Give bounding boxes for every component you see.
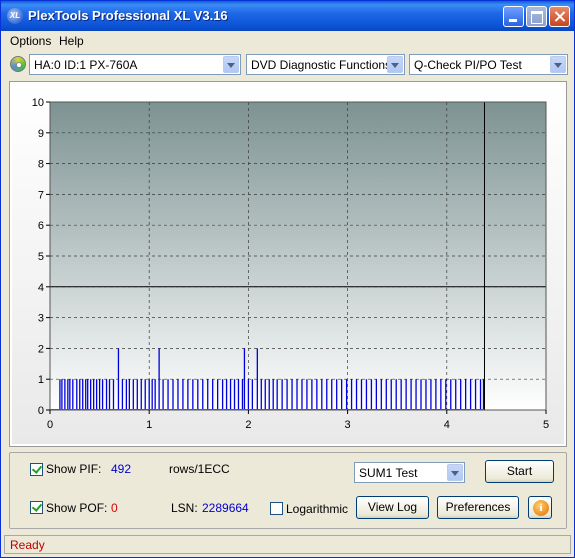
preferences-button[interactable]: Preferences (437, 496, 519, 519)
show-pof-label: Show POF: (46, 501, 108, 515)
y-tick-label: 2 (38, 343, 44, 355)
disc-drive-icon (10, 56, 26, 72)
rows-label: rows/1ECC (169, 462, 230, 476)
drive-select-value: HA:0 ID:1 PX-760A (34, 58, 138, 72)
x-tick-label: 4 (444, 419, 450, 431)
y-tick-label: 0 (38, 405, 44, 417)
pof-value: 0 (111, 501, 118, 515)
test-select-value: Q-Check PI/PO Test (414, 58, 522, 72)
function-select[interactable]: DVD Diagnostic Functions (246, 54, 405, 75)
sum-test-value: SUM1 Test (359, 466, 418, 480)
logarithmic-label: Logarithmic (286, 502, 349, 516)
lsn-value: 2289664 (202, 501, 249, 515)
lsn-label: LSN: (171, 501, 198, 515)
y-tick-label: 5 (38, 251, 44, 263)
maximize-button[interactable] (526, 6, 547, 27)
chevron-down-icon[interactable] (387, 56, 403, 73)
status-bar: Ready (4, 535, 571, 554)
show-pif-checkbox[interactable] (30, 463, 43, 476)
window-title: PlexTools Professional XL V3.16 (28, 8, 228, 23)
close-button[interactable] (549, 6, 570, 27)
y-tick-label: 3 (38, 313, 44, 325)
chevron-down-icon[interactable] (550, 56, 566, 73)
graph-panel: 0 1 2 3 4 5 6 7 8 9 10 0 1 2 3 4 5 (9, 81, 567, 447)
drive-select[interactable]: HA:0 ID:1 PX-760A (29, 54, 241, 75)
main-window: XL PlexTools Professional XL V3.16 Optio… (0, 0, 575, 558)
info-button[interactable]: i (528, 496, 552, 519)
pi-po-chart: 0 1 2 3 4 5 6 7 8 9 10 0 1 2 3 4 5 (32, 97, 549, 431)
sum-test-select[interactable]: SUM1 Test (354, 462, 465, 483)
info-icon: i (533, 500, 549, 516)
logarithmic-checkbox[interactable] (270, 502, 283, 515)
pif-value: 492 (111, 462, 132, 476)
y-tick-label: 6 (38, 220, 44, 232)
minimize-button[interactable] (503, 6, 524, 27)
y-tick-label: 8 (38, 159, 44, 171)
app-logo-icon: XL (7, 8, 23, 24)
menu-help[interactable]: Help (59, 34, 84, 48)
show-pif-label: Show PIF: (46, 462, 102, 476)
x-tick-label: 3 (345, 419, 351, 431)
y-tick-label: 7 (38, 189, 44, 201)
menu-bar: Options Help (1, 31, 574, 50)
show-pof-checkbox[interactable] (30, 501, 43, 514)
y-tick-label: 9 (38, 128, 44, 140)
function-select-value: DVD Diagnostic Functions (251, 58, 392, 72)
chevron-down-icon[interactable] (447, 464, 463, 481)
x-tick-label: 2 (245, 419, 251, 431)
start-button[interactable]: Start (485, 460, 554, 483)
menu-options[interactable]: Options (10, 34, 51, 48)
x-tick-label: 1 (146, 419, 152, 431)
y-tick-label: 1 (38, 374, 44, 386)
x-tick-label: 5 (543, 419, 549, 431)
x-tick-label: 0 (47, 419, 53, 431)
title-bar[interactable]: XL PlexTools Professional XL V3.16 (1, 1, 574, 31)
y-tick-label: 10 (32, 97, 44, 109)
chevron-down-icon[interactable] (223, 56, 239, 73)
y-tick-label: 4 (38, 282, 44, 294)
status-text: Ready (10, 538, 45, 552)
view-log-button[interactable]: View Log (356, 496, 429, 519)
test-select[interactable]: Q-Check PI/PO Test (409, 54, 568, 75)
